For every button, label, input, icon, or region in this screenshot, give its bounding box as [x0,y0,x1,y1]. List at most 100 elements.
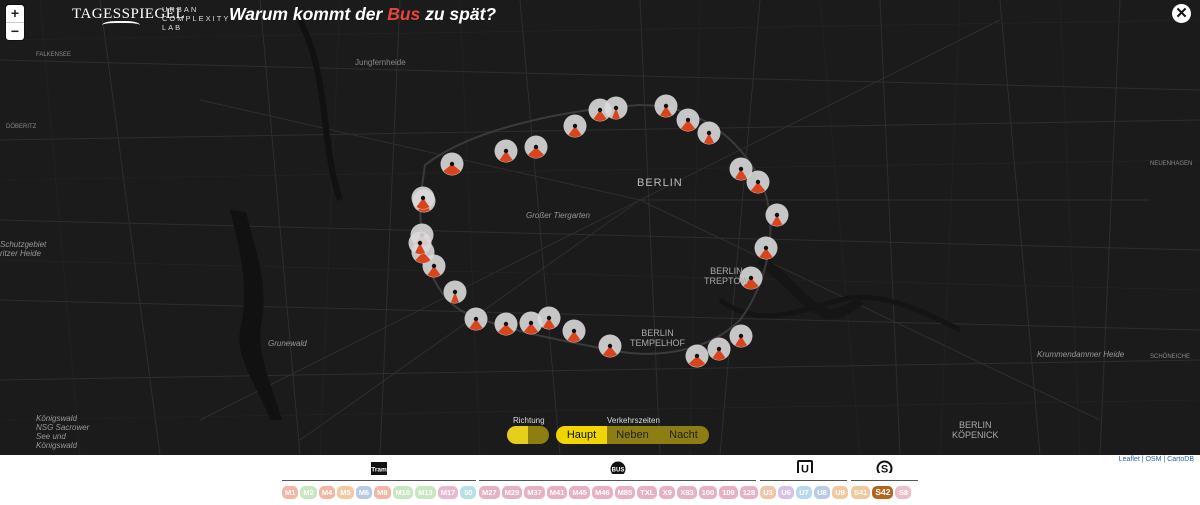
line-chip-s41[interactable]: S41 [851,486,871,499]
line-chip-u3[interactable]: U3 [760,486,776,499]
ubahn-icon: U [797,460,813,473]
line-chip-x9[interactable]: X9 [659,486,676,499]
time-button-nacht[interactable]: Nacht [658,426,709,444]
delay-dial-stop-30[interactable] [588,98,612,122]
stop-center-dot [503,321,509,327]
map-attribution[interactable]: Leaflet | OSM | CartoDB [1119,456,1194,463]
line-chip-m17[interactable]: M17 [437,486,459,499]
stop-center-dot [663,103,669,109]
direction-toggle [507,426,549,444]
line-chip-s8[interactable]: S8 [895,486,912,499]
sbahn-icon: S [876,460,893,473]
label-krummendammer-heide: Krummendammer Heide [1037,350,1125,359]
zoom-in-button[interactable]: + [6,5,24,22]
ubahn-line-chips: U3 U6 U7 U8 U9 [760,486,848,499]
direction-button-a[interactable] [507,426,528,444]
delay-dial-stop-22[interactable] [464,307,488,331]
brand-swoosh [102,21,140,31]
line-chip-50[interactable]: 50 [460,486,477,499]
tram-line-chips: M1 M2 M4 M5 M6 M8 M10 M13 M17 50 [282,486,477,499]
delay-dial-stop-16[interactable] [685,344,709,368]
label-berlin: BERLIN [637,177,683,189]
line-chip-m85[interactable]: M85 [614,486,636,499]
line-chip-m1[interactable]: M1 [282,486,299,499]
delay-dial-stop-2[interactable] [654,94,678,118]
line-chip-u6[interactable]: U6 [778,486,794,499]
line-chip-100[interactable]: 100 [698,486,718,499]
label-schutzgebiet: Schutzgebiet ritzer Heide [0,240,47,258]
time-toggle: Haupt Neben Nacht [556,426,709,444]
stop-center-dot [755,179,761,185]
stop-center-dot [607,343,613,349]
label-neuenhagen: NEUENHAGEN [1150,161,1193,167]
stop-center-dot [694,353,700,359]
line-chip-m13[interactable]: M13 [415,486,436,499]
map[interactable]: + − TAGESSPIEGEL URBAN COMPLEXITY LAB Wa… [0,0,1200,455]
delay-dial-stop-8[interactable] [440,152,464,176]
stop-center-dot [706,130,712,136]
delay-dial-stop-4[interactable] [697,121,721,145]
line-chip-m27[interactable]: M27 [479,486,500,499]
delay-dial-stop-11[interactable] [765,203,789,227]
delay-dial-stop-10[interactable] [746,170,770,194]
delay-dial-stop-15[interactable] [707,337,731,361]
stop-center-dot [449,161,455,167]
delay-dial-stop-5[interactable] [563,114,587,138]
stop-center-dot [613,105,619,111]
line-chip-m2[interactable]: M2 [300,486,317,499]
svg-text:S: S [881,464,888,474]
line-chip-x83[interactable]: X83 [677,486,697,499]
delay-dial-stop-20[interactable] [519,311,543,335]
delay-dial-stop-7[interactable] [494,139,518,163]
line-chip-m45[interactable]: M45 [569,486,590,499]
line-chip-m6[interactable]: M6 [355,486,373,499]
time-button-neben[interactable]: Neben [607,426,658,444]
delay-dial-stop-28[interactable] [411,186,435,210]
line-chip-109[interactable]: 109 [719,486,738,499]
line-chip-128[interactable]: 128 [739,486,759,499]
delay-dial-stop-12[interactable] [754,236,778,260]
direction-button-b[interactable] [528,426,549,444]
stop-center-dot [533,144,539,150]
line-chip-m4[interactable]: M4 [318,486,336,499]
delay-dial-stop-29[interactable] [408,231,432,255]
delay-dial-stop-6[interactable] [524,135,548,159]
title-part-1: Warum kommt der [229,4,388,24]
line-chip-txl[interactable]: TXL [637,486,658,499]
svg-text:BUS: BUS [612,468,625,474]
stop-center-dot [685,117,691,123]
line-chip-u7[interactable]: U7 [796,486,812,499]
line-chip-m8[interactable]: M8 [374,486,391,499]
label-tiergarten: Großer Tiergarten [526,211,590,220]
stop-center-dot [763,245,769,251]
line-chip-m46[interactable]: M46 [591,486,613,499]
stop-center-dot [774,212,780,218]
urban-complexity-lab-logo[interactable]: URBAN COMPLEXITY LAB [162,5,230,32]
direction-label: Richtung [513,416,545,425]
tram-icon: Tram [371,462,387,475]
stop-center-dot [503,148,509,154]
time-button-haupt[interactable]: Haupt [556,426,607,444]
line-chip-m5[interactable]: M5 [337,486,354,499]
delay-dial-stop-3[interactable] [676,108,700,132]
line-chip-m41[interactable]: M41 [546,486,568,499]
label-tempelhof: BERLIN TEMPELHOF [630,328,686,348]
delay-dial-stop-17[interactable] [598,334,622,358]
delay-dial-stop-18[interactable] [562,319,586,343]
close-button[interactable]: ✕ [1172,4,1191,23]
line-chip-u9[interactable]: U9 [832,486,848,499]
delay-dial-stop-21[interactable] [494,312,518,336]
line-chip-u8[interactable]: U8 [814,486,830,499]
line-chip-m37[interactable]: M37 [524,486,545,499]
delay-dial-stop-14[interactable] [729,324,753,348]
delay-dial-stop-23[interactable] [443,280,467,304]
line-chip-s42[interactable]: S42 [872,486,894,499]
stop-center-dot [571,328,577,334]
stop-center-dot [546,315,552,321]
title-bus: Bus [387,4,421,24]
line-chip-m10[interactable]: M10 [392,486,414,499]
line-chip-m29[interactable]: M29 [501,486,523,499]
ubahn-divider [760,480,847,481]
zoom-out-button[interactable]: − [6,22,24,40]
time-label: Verkehrszeiten [607,416,660,425]
